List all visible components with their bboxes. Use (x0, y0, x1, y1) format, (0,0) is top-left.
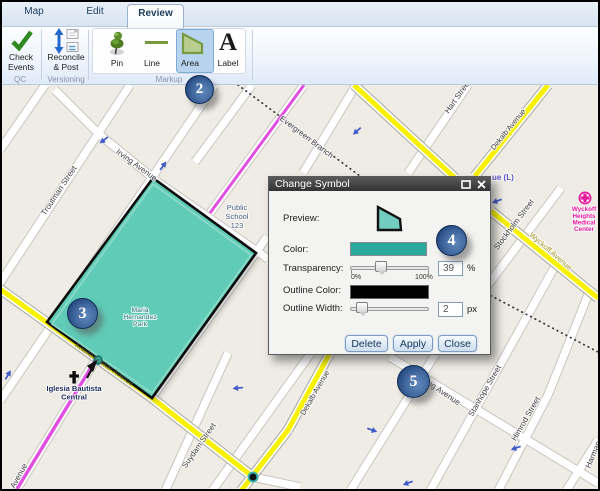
svg-text:Center: Center (574, 226, 594, 233)
svg-text:Public: Public (227, 203, 248, 212)
svg-text:Central: Central (61, 393, 87, 402)
svg-text:Hernandez: Hernandez (123, 314, 157, 321)
svg-text:ue (L): ue (L) (492, 173, 514, 182)
svg-text:Wyckoff: Wyckoff (572, 206, 597, 213)
svg-text:Maria: Maria (132, 307, 149, 314)
svg-text:123: 123 (231, 221, 244, 230)
svg-text:Park: Park (133, 321, 148, 328)
svg-text:School: School (226, 212, 249, 221)
